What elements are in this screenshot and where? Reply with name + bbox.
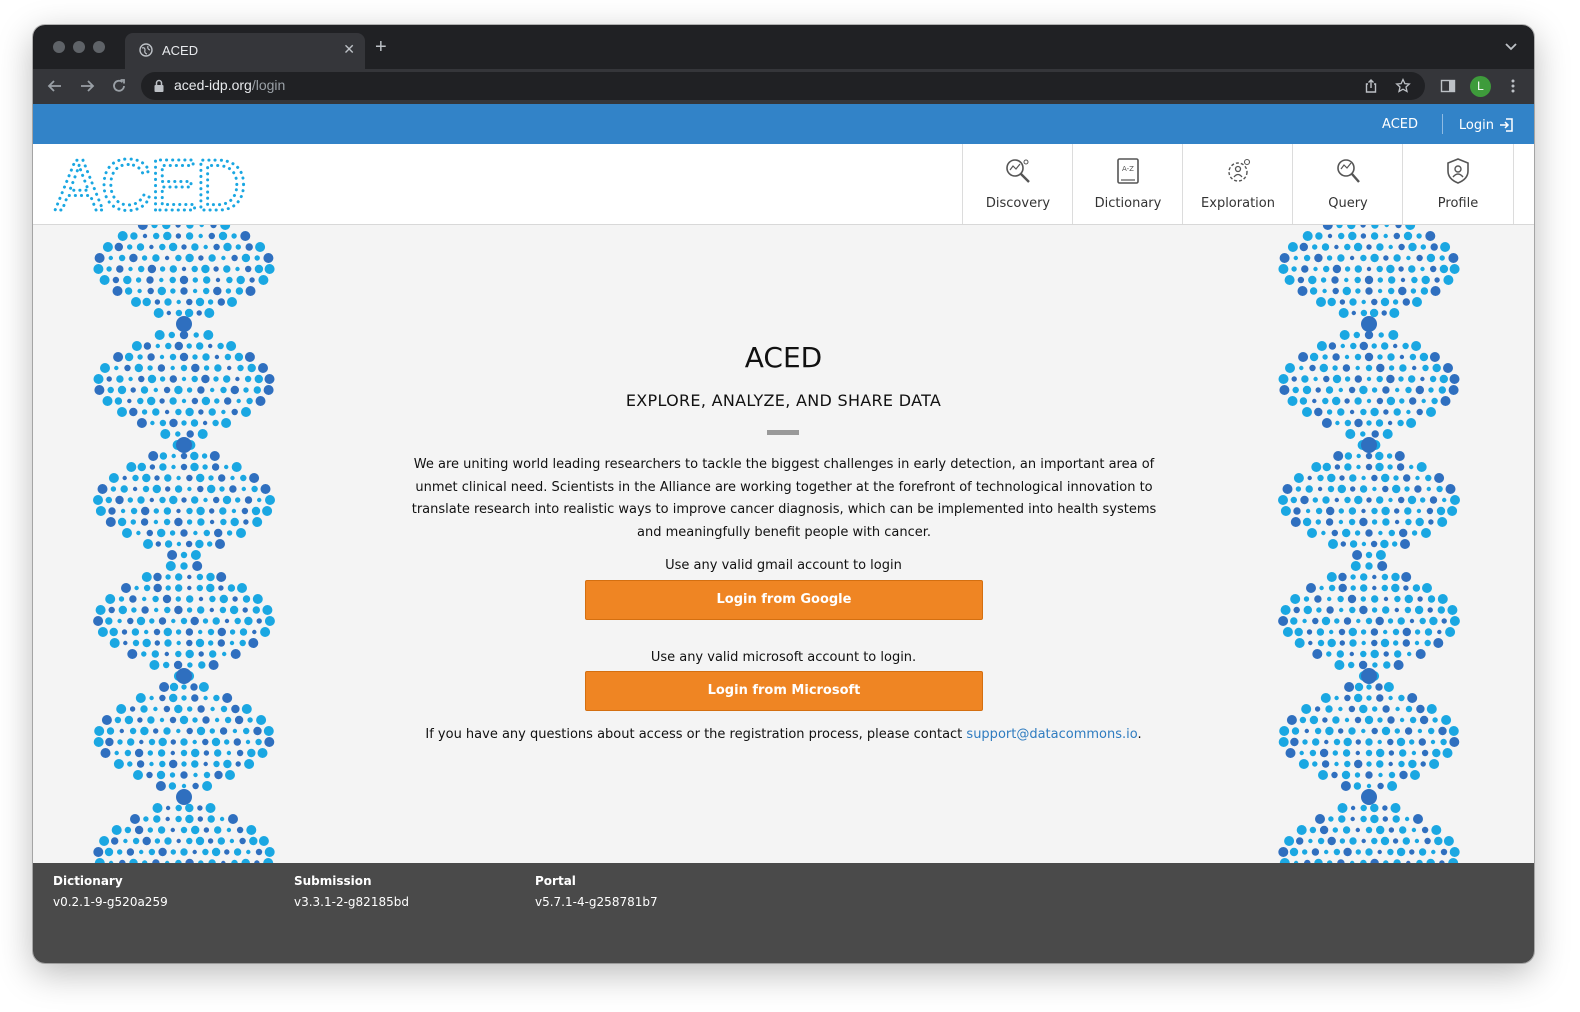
back-arrow-icon[interactable] <box>46 77 64 95</box>
page-subtitle: EXPLORE, ANALYZE, AND SHARE DATA <box>625 391 942 410</box>
address-bar[interactable]: aced-idp.org/login <box>141 72 1425 100</box>
site-footer: Dictionary v0.2.1-9-g520a259 Submission … <box>33 863 1534 963</box>
profile-avatar[interactable]: L <box>1470 76 1491 97</box>
dna-helix-right-image <box>1278 225 1460 863</box>
browser-tab[interactable]: ACED ✕ <box>125 33 365 69</box>
browser-window: ACED ✕ + aced-idp.org/login L ACED Login… <box>33 25 1534 963</box>
footer-dictionary-version: v0.2.1-9-g520a259 <box>53 895 168 909</box>
svg-text:A-Z: A-Z <box>1122 165 1134 173</box>
aced-top-link[interactable]: ACED <box>1382 117 1418 132</box>
bookmark-star-icon[interactable] <box>1395 78 1411 94</box>
footer-portal-label: Portal <box>535 874 576 888</box>
login-microsoft-button[interactable]: Login from Microsoft <box>585 671 983 711</box>
nav-label-exploration: Exploration <box>1201 196 1275 211</box>
footer-submission-version: v3.3.1-2-g82185bd <box>294 895 409 909</box>
intro-paragraph: We are uniting world leading researchers… <box>411 457 1157 540</box>
login-google-button[interactable]: Login from Google <box>585 580 983 620</box>
browser-toolbar: aced-idp.org/login L <box>33 69 1534 105</box>
footer-portal-version: v5.7.1-4-g258781b7 <box>535 895 658 909</box>
footer-portal: Portal v5.7.1-4-g258781b7 <box>535 874 658 909</box>
chevron-down-icon[interactable] <box>1504 39 1518 53</box>
url-text: aced-idp.org/login <box>174 77 286 93</box>
exploration-icon <box>1228 158 1251 182</box>
nav-tab-exploration[interactable]: Exploration <box>1182 144 1293 224</box>
reload-icon[interactable] <box>110 77 128 95</box>
sign-in-icon <box>1500 118 1513 132</box>
svg-text:ACED: ACED <box>55 152 247 216</box>
nav-label-query: Query <box>1328 196 1368 211</box>
top-bar-separator <box>1442 114 1443 134</box>
forward-arrow-icon[interactable] <box>78 77 96 95</box>
lock-icon <box>154 79 164 92</box>
footer-dictionary-label: Dictionary <box>53 874 123 888</box>
nav-tab-discovery[interactable]: Discovery <box>962 144 1073 224</box>
google-login-hint: Use any valid gmail account to login <box>665 558 902 573</box>
footer-submission-label: Submission <box>294 874 372 888</box>
nav-tab-dictionary[interactable]: A-Z Dictionary <box>1072 144 1183 224</box>
side-panel-icon[interactable] <box>1439 77 1457 95</box>
page-title: ACED <box>744 341 823 374</box>
globe-icon <box>139 43 153 57</box>
title-divider <box>767 430 799 435</box>
contact-text: If you have any questions about access o… <box>425 727 1142 742</box>
share-icon[interactable] <box>1363 78 1379 94</box>
tab-strip: ACED ✕ + <box>33 25 1534 69</box>
top-login-label: Login <box>1458 117 1494 133</box>
footer-dictionary: Dictionary v0.2.1-9-g520a259 <box>53 874 168 909</box>
discovery-icon <box>1006 159 1030 183</box>
dna-helix-left-image <box>93 225 275 863</box>
nav-tab-query[interactable]: Query <box>1292 144 1403 224</box>
microsoft-login-hint: Use any valid microsoft account to login… <box>650 650 917 665</box>
aced-logo[interactable]: ACED <box>53 152 253 216</box>
support-email-link[interactable]: support@datacommons.io <box>966 727 1137 742</box>
close-window-button[interactable] <box>53 41 65 53</box>
maximize-window-button[interactable] <box>93 41 105 53</box>
top-bar: ACED Login <box>33 104 1534 144</box>
dictionary-icon: A-Z <box>1117 158 1139 184</box>
nav-tab-profile[interactable]: Profile <box>1402 144 1514 224</box>
login-main: ACED EXPLORE, ANALYZE, AND SHARE DATA We… <box>33 225 1534 863</box>
nav-label-profile: Profile <box>1437 196 1479 211</box>
tab-title: ACED <box>162 43 199 58</box>
profile-icon <box>1447 158 1469 184</box>
nav-label-dictionary: Dictionary <box>1094 196 1162 211</box>
top-login-link[interactable]: Login <box>1459 117 1514 133</box>
query-icon <box>1337 159 1360 183</box>
minimize-window-button[interactable] <box>73 41 85 53</box>
more-vertical-icon[interactable] <box>1504 77 1522 95</box>
window-controls <box>53 41 105 53</box>
footer-submission: Submission v3.3.1-2-g82185bd <box>294 874 409 909</box>
close-tab-icon[interactable]: ✕ <box>343 41 355 58</box>
site-header: ACED Discovery A-Z Dictionary Exploratio… <box>33 144 1534 225</box>
nav-label-discovery: Discovery <box>985 196 1051 211</box>
new-tab-icon[interactable]: + <box>375 36 387 59</box>
